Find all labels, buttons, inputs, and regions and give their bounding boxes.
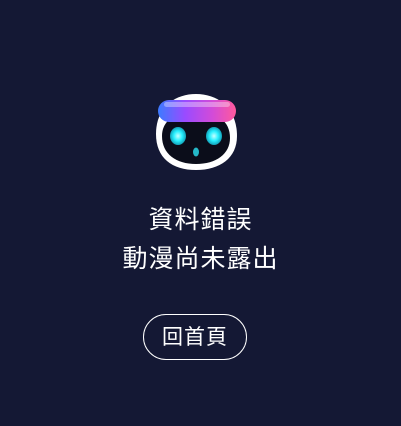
- error-title: 資料錯誤: [148, 205, 253, 234]
- error-page: 資料錯誤 動漫尚未露出 回首頁: [0, 0, 401, 426]
- home-button[interactable]: 回首頁: [143, 314, 247, 360]
- error-subtitle: 動漫尚未露出: [122, 244, 279, 273]
- robot-mascot-icon: [144, 90, 244, 176]
